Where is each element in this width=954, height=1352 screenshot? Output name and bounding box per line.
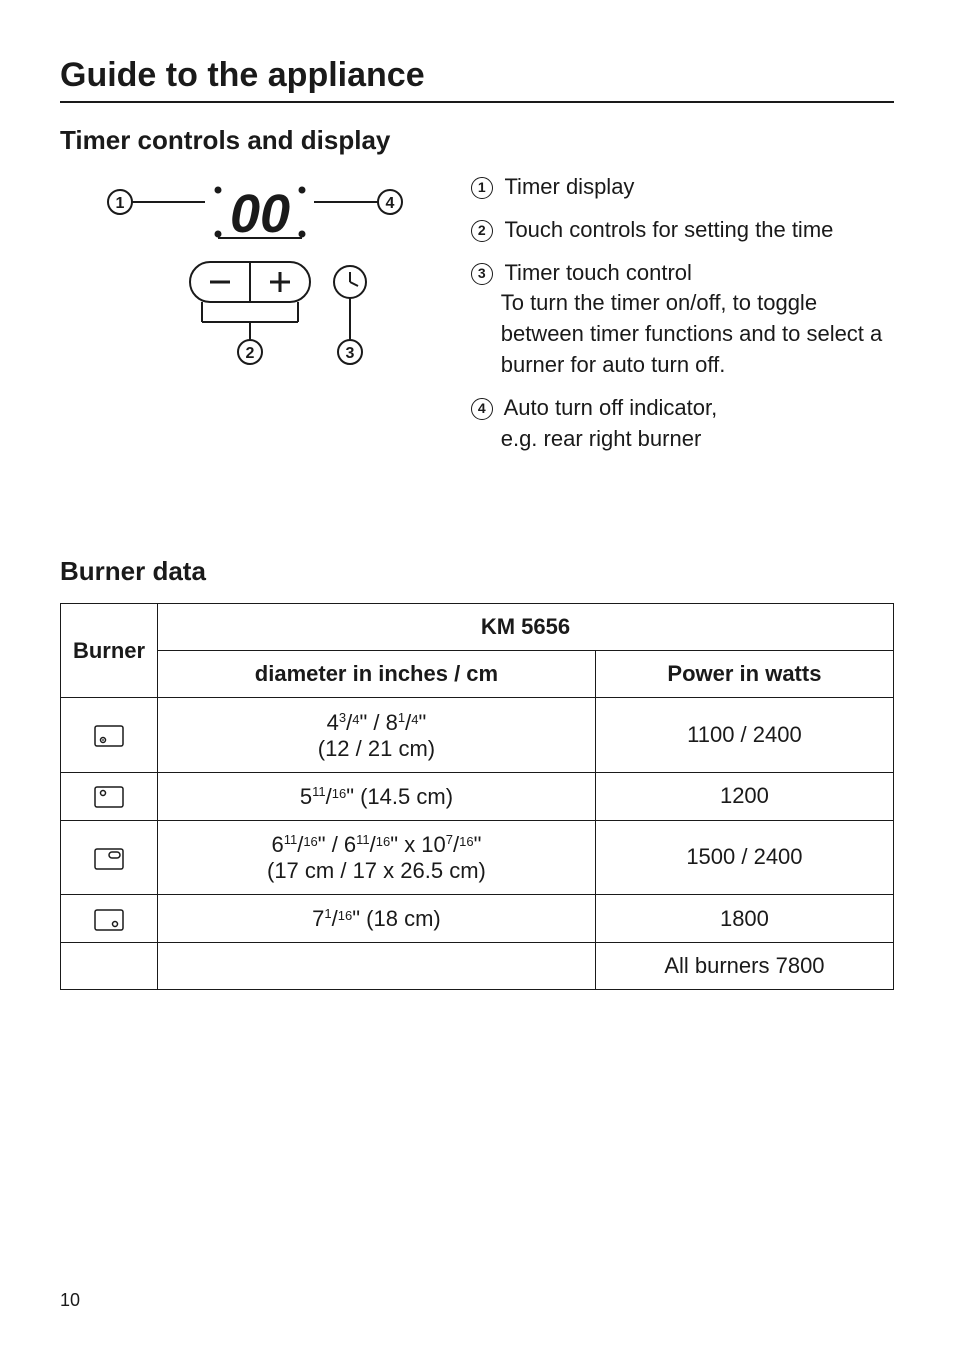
diameter-line1-1: 5 11/16" (14.5 cm) bbox=[300, 783, 453, 808]
power-cell-2: 1500 / 2400 bbox=[595, 820, 893, 894]
table-row: All burners 7800 bbox=[61, 943, 894, 990]
burner-table: Burner KM 5656 diameter in inches / cm P… bbox=[60, 603, 894, 990]
diameter-line1-0: 4 3/4" / 8 1/4" bbox=[327, 708, 427, 733]
legend-item-1: 1 Timer display bbox=[471, 172, 894, 203]
table-row: 7 1/16" (18 cm) 1800 bbox=[61, 894, 894, 942]
diameter-cell-2: 6 11/16" / 6 11/16" x 10 7/16" (17 cm / … bbox=[158, 820, 596, 894]
legend-text-3: Timer touch control bbox=[504, 260, 691, 285]
diameter-cell-0: 4 3/4" / 8 1/4" (12 / 21 cm) bbox=[158, 698, 596, 772]
section-burner-heading: Burner data bbox=[60, 556, 894, 587]
page-title: Guide to the appliance bbox=[60, 56, 894, 95]
legend-list: 1 Timer display 2 Touch controls for set… bbox=[471, 172, 894, 466]
timer-diagram: 1 00 4 bbox=[90, 172, 420, 372]
diameter-cell-3: 7 1/16" (18 cm) bbox=[158, 894, 596, 942]
power-cell-1: 1200 bbox=[595, 772, 893, 820]
total-diameter-cell bbox=[158, 943, 596, 990]
title-rule bbox=[60, 101, 894, 103]
legend-num-1: 1 bbox=[471, 177, 493, 199]
legend-item-3: 3 Timer touch control To turn the timer … bbox=[471, 258, 894, 381]
callout-4-number: 4 bbox=[386, 195, 395, 212]
total-icon-cell bbox=[61, 943, 158, 990]
th-diameter: diameter in inches / cm bbox=[158, 651, 596, 698]
rear-right-casserole-icon-cell bbox=[61, 820, 158, 894]
callout-3-number: 3 bbox=[346, 345, 355, 362]
diameter-line1-3: 7 1/16" (18 cm) bbox=[312, 905, 441, 930]
page-number: 10 bbox=[60, 1290, 80, 1311]
table-row: 6 11/16" / 6 11/16" x 10 7/16" (17 cm / … bbox=[61, 820, 894, 894]
legend-num-2: 2 bbox=[471, 220, 493, 242]
th-power: Power in watts bbox=[595, 651, 893, 698]
legend-sub-4: e.g. rear right burner bbox=[501, 424, 894, 455]
front-right-icon bbox=[94, 909, 124, 931]
th-burner: Burner bbox=[61, 604, 158, 698]
callout-1-number: 1 bbox=[116, 195, 125, 212]
diameter-line2-2: (17 cm / 17 x 26.5 cm) bbox=[267, 858, 486, 883]
front-right-icon-cell bbox=[61, 894, 158, 942]
legend-item-2: 2 Touch controls for setting the time bbox=[471, 215, 894, 246]
diameter-cell-1: 5 11/16" (14.5 cm) bbox=[158, 772, 596, 820]
legend-item-4: 4 Auto turn off indicator, e.g. rear rig… bbox=[471, 393, 894, 455]
diameter-line2-0: (12 / 21 cm) bbox=[318, 736, 435, 761]
legend-sub-3: To turn the timer on/off, to toggle betw… bbox=[501, 288, 894, 380]
rear-left-icon bbox=[94, 786, 124, 808]
legend-text-1: Timer display bbox=[504, 174, 634, 199]
legend-num-3: 3 bbox=[471, 263, 493, 285]
legend-num-4: 4 bbox=[471, 398, 493, 420]
table-row: 4 3/4" / 8 1/4" (12 / 21 cm) 1100 / 2400 bbox=[61, 698, 894, 772]
section-timer-heading: Timer controls and display bbox=[60, 125, 894, 156]
timer-display-value: 00 bbox=[230, 184, 290, 244]
legend-text-2: Touch controls for setting the time bbox=[504, 217, 833, 242]
rear-left-icon-cell bbox=[61, 772, 158, 820]
diameter-line1-2: 6 11/16" / 6 11/16" x 10 7/16" bbox=[271, 831, 481, 856]
th-model: KM 5656 bbox=[158, 604, 894, 651]
power-cell-3: 1800 bbox=[595, 894, 893, 942]
front-left-dual-icon-cell bbox=[61, 698, 158, 772]
legend-text-4: Auto turn off indicator, bbox=[504, 395, 718, 420]
table-row: 5 11/16" (14.5 cm) 1200 bbox=[61, 772, 894, 820]
total-power-cell: All burners 7800 bbox=[595, 943, 893, 990]
rear-right-casserole-icon bbox=[94, 848, 124, 870]
callout-2-number: 2 bbox=[246, 345, 255, 362]
power-cell-0: 1100 / 2400 bbox=[595, 698, 893, 772]
front-left-dual-icon bbox=[94, 725, 124, 747]
